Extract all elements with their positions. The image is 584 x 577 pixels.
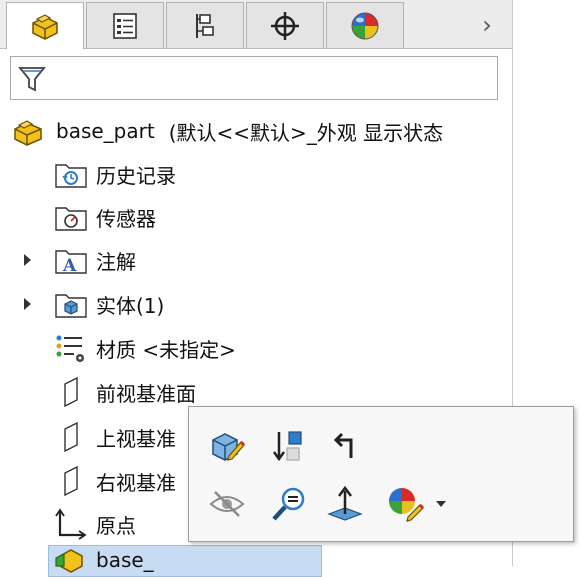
- appearance-dropdown-button[interactable]: [431, 481, 451, 527]
- tree-item-history[interactable]: 历史记录: [54, 155, 176, 193]
- hide-button[interactable]: [203, 481, 251, 527]
- tree-item-right-plane[interactable]: 右视基准: [54, 462, 176, 500]
- selected-feature-row[interactable]: base_: [54, 545, 154, 575]
- tree-item-top-plane[interactable]: 上视基准: [54, 418, 176, 456]
- appearance-button[interactable]: [381, 481, 429, 527]
- zoom-to-selection-button[interactable]: [265, 481, 313, 527]
- material-icon: [54, 331, 88, 365]
- rollback-button[interactable]: [265, 423, 313, 469]
- origin-icon: [54, 507, 88, 541]
- tree-item-material[interactable]: 材质 <未指定>: [54, 329, 236, 367]
- tree-root-part[interactable]: base_part (默认<<默认>_外观 显示状态: [10, 112, 443, 150]
- normal-to-icon: [327, 485, 363, 521]
- annotation-folder-icon: A: [54, 243, 88, 277]
- tree-filter-input[interactable]: [10, 56, 498, 100]
- expand-solid-bodies-arrow[interactable]: [22, 297, 32, 311]
- tree-item-label: base_: [96, 548, 154, 572]
- parent-child-icon: [333, 432, 353, 458]
- tab-dimxpertmanager[interactable]: [246, 2, 324, 48]
- appearance-icon: [389, 488, 425, 522]
- tree-item-solid-bodies[interactable]: 实体(1): [54, 285, 164, 323]
- solid-bodies-folder-icon: [54, 287, 88, 321]
- configuration-icon: [196, 13, 214, 38]
- crosshair-icon: [271, 11, 299, 40]
- tree-item-label: 注解: [96, 249, 136, 274]
- tree-item-label: 前视基准面: [96, 381, 196, 406]
- svg-text:A: A: [62, 256, 77, 276]
- edit-feature-button[interactable]: [203, 423, 251, 469]
- tab-scroll-right-button[interactable]: ›: [472, 8, 502, 42]
- tab-propertymanager[interactable]: [86, 2, 164, 48]
- tree-item-sensors[interactable]: 传感器: [54, 198, 156, 236]
- tree-item-label: 传感器: [96, 206, 156, 231]
- tree-item-annotations[interactable]: A 注解: [54, 241, 136, 279]
- plane-icon: [54, 375, 88, 409]
- tree-item-label: 上视基准: [96, 426, 176, 451]
- feature-extrude-icon: [54, 543, 88, 577]
- tree-item-origin[interactable]: 原点: [54, 505, 136, 543]
- tree-item-label: 实体(1): [96, 293, 165, 318]
- sensor-folder-icon: [54, 200, 88, 234]
- filter-icon: [18, 67, 46, 92]
- tree-item-label: 原点: [96, 513, 136, 538]
- expand-annotations-arrow[interactable]: [22, 253, 32, 267]
- tree-item-label: 材质 <未指定>: [96, 337, 236, 362]
- tab-configurationmanager[interactable]: [166, 2, 244, 48]
- rollback-icon: [272, 431, 302, 462]
- tree-item-label: 右视基准: [96, 470, 176, 495]
- appearance-ball-icon: [351, 12, 379, 39]
- zoom-to-selection-icon: [272, 487, 305, 521]
- edit-feature-icon: [212, 433, 246, 461]
- part-name: base_part: [56, 119, 155, 143]
- tree-item-front-plane[interactable]: 前视基准面: [54, 373, 196, 411]
- plane-icon: [54, 420, 88, 454]
- part-configuration: (默认<<默认>_外观 显示状态: [168, 120, 444, 145]
- history-folder-icon: [54, 157, 88, 191]
- part-icon: [32, 14, 58, 40]
- dropdown-arrow-icon: [436, 501, 446, 507]
- context-toolbar: [188, 406, 574, 542]
- tree-item-label: 历史记录: [96, 163, 176, 188]
- hide-icon: [209, 491, 245, 517]
- parent-child-button[interactable]: [321, 423, 369, 469]
- tab-displaymanager[interactable]: [326, 2, 404, 48]
- part-icon: [10, 114, 46, 148]
- property-list-icon: [113, 12, 137, 39]
- normal-to-button[interactable]: [321, 481, 369, 527]
- plane-icon: [54, 464, 88, 498]
- manager-tab-strip: ›: [0, 0, 512, 49]
- tab-featuremanager[interactable]: [6, 2, 84, 49]
